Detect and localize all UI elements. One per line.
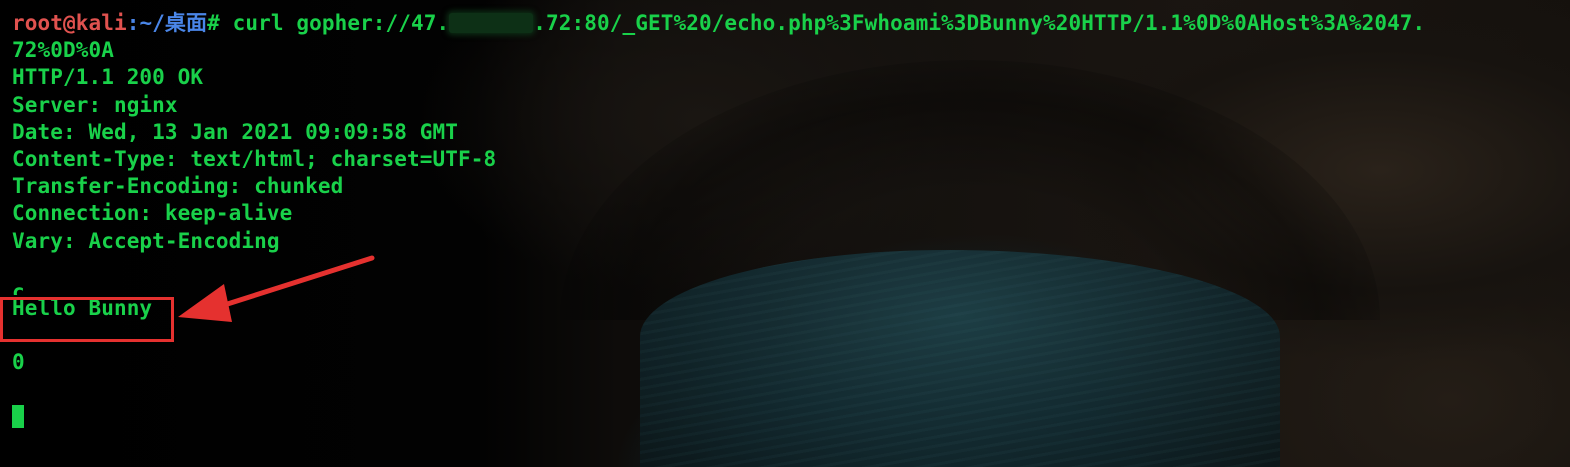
annotation-arrow-icon [178, 255, 375, 322]
